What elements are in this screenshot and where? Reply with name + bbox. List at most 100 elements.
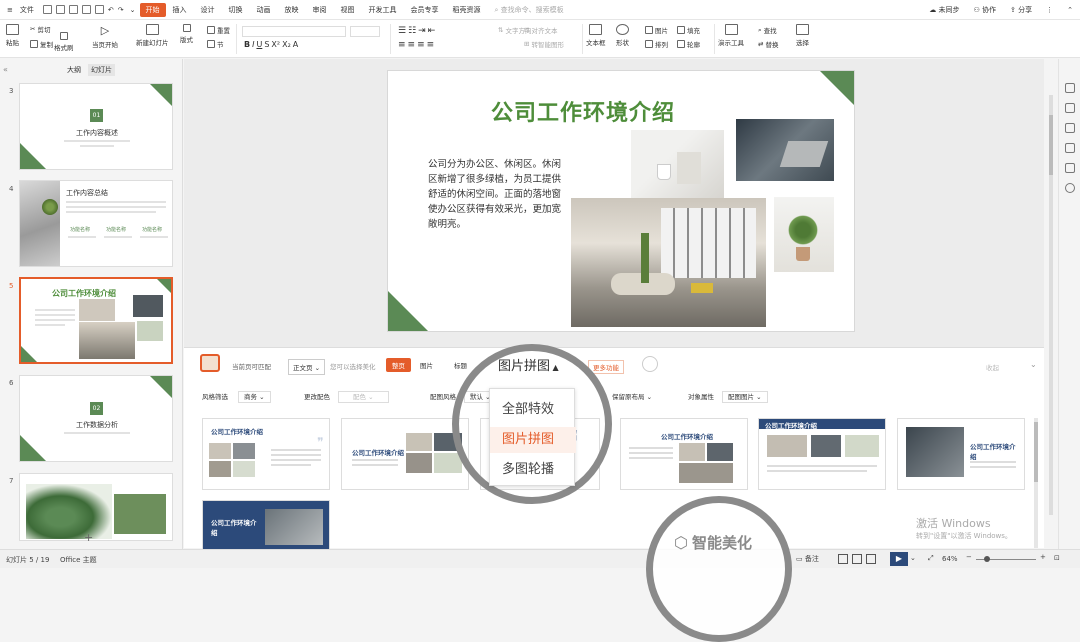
menu-icon[interactable]: ≡ bbox=[0, 6, 20, 14]
zoom-out-icon[interactable]: − bbox=[966, 553, 972, 561]
office-lounge-photo[interactable] bbox=[571, 198, 766, 327]
laptop-writing-photo[interactable] bbox=[736, 119, 834, 181]
scrollbar-thumb[interactable] bbox=[1034, 422, 1038, 482]
file-menu[interactable]: 文件 bbox=[20, 5, 41, 15]
font-color-icon[interactable]: A bbox=[293, 40, 298, 49]
menu-item-multi-image-carousel[interactable]: 多图轮播 bbox=[490, 457, 576, 483]
tab-member[interactable]: 会员专享 bbox=[404, 5, 446, 15]
reading-view-icon[interactable] bbox=[866, 554, 876, 564]
bullet-list-icon[interactable]: ☰ bbox=[398, 26, 406, 36]
new-slide-button[interactable]: 新建幻灯片 bbox=[136, 24, 169, 47]
template-card[interactable]: 公司工作环境介绍 bbox=[341, 418, 469, 490]
play-from-current-button[interactable]: ▷ 当页开始 bbox=[92, 24, 118, 49]
customize-dropdown-icon[interactable]: ⌄ bbox=[126, 6, 140, 14]
replace-button[interactable]: ⇄ 替换 bbox=[758, 39, 778, 49]
transition-icon[interactable] bbox=[1065, 143, 1075, 153]
cut-button[interactable]: ✂ 剪切 bbox=[30, 24, 50, 34]
template-card[interactable]: 公司工作环境介绍 ❞ bbox=[202, 418, 330, 490]
design-icon[interactable] bbox=[1065, 103, 1075, 113]
font-size-select[interactable] bbox=[350, 26, 380, 37]
add-slide-icon[interactable]: + bbox=[84, 531, 93, 544]
save-icon[interactable] bbox=[42, 5, 52, 14]
tab-slideshow[interactable]: 放映 bbox=[278, 5, 306, 15]
align-center-icon[interactable]: ≡ bbox=[408, 40, 416, 50]
slide-body-text[interactable]: 公司分为办公区、休闲区。休闲区新增了很多绿植，为员工提供舒适的休闲空间。正面的落… bbox=[428, 157, 570, 232]
tab-outline[interactable]: 大纲 bbox=[67, 65, 81, 75]
slide-thumbnail-7[interactable] bbox=[19, 473, 173, 541]
share-button[interactable]: ⇪ 分享 bbox=[1003, 5, 1039, 15]
current-slide[interactable]: 公司工作环境介绍 公司分为办公区、休闲区。休闲区新增了很多绿植，为员工提供舒适的… bbox=[387, 70, 855, 332]
align-right-icon[interactable]: ≡ bbox=[417, 40, 425, 50]
tab-home[interactable]: 开始 bbox=[139, 2, 166, 17]
redo-icon[interactable]: ↷ bbox=[116, 6, 126, 14]
subscript-icon[interactable]: X₂ bbox=[282, 40, 291, 49]
tab-docer[interactable]: 稻壳资源 bbox=[446, 5, 488, 15]
zoom-slider[interactable] bbox=[976, 556, 1036, 562]
tab-view[interactable]: 视图 bbox=[334, 5, 362, 15]
outline-button[interactable]: 轮廓 bbox=[677, 39, 700, 49]
slide-thumbnail-3[interactable]: 01 工作内容概述 bbox=[19, 83, 173, 170]
menu-item-all-effects[interactable]: 全部特效 bbox=[490, 397, 576, 423]
notes-button[interactable]: ▭ 备注 bbox=[796, 554, 819, 564]
chevron-down-icon[interactable]: ⌄ bbox=[1030, 360, 1037, 369]
strike-icon[interactable]: S bbox=[264, 40, 269, 49]
undo-icon[interactable]: ↶ bbox=[106, 6, 116, 14]
template-card[interactable]: 公司工作环境介绍 bbox=[897, 418, 1025, 490]
color-select[interactable]: 配色 ⌄ bbox=[338, 391, 389, 403]
superscript-icon[interactable]: X² bbox=[271, 40, 280, 49]
smart-beautify-button[interactable]: ⬡ 智能美化 bbox=[674, 532, 752, 553]
copy-button[interactable]: 复制 bbox=[30, 39, 53, 49]
fit-slide-icon[interactable]: ⊡ bbox=[1054, 554, 1060, 562]
tab-developer[interactable]: 开发工具 bbox=[362, 5, 404, 15]
animation-icon[interactable] bbox=[1065, 123, 1075, 133]
template-card[interactable]: 公司工作环境介绍 bbox=[202, 500, 330, 550]
fit-window-icon[interactable]: ⤢ bbox=[928, 554, 934, 563]
slide-thumbnail-6[interactable]: 02 工作数据分析 bbox=[19, 375, 173, 462]
justify-icon[interactable]: ≡ bbox=[427, 40, 435, 50]
chip-image[interactable]: 图片 bbox=[420, 360, 433, 370]
zoom-level[interactable]: 64% bbox=[942, 555, 958, 563]
normal-view-icon[interactable] bbox=[838, 554, 848, 564]
font-name-select[interactable] bbox=[242, 26, 346, 37]
command-search[interactable]: ⌕ 查找命令、搜索模板 bbox=[488, 5, 571, 15]
potted-plant-photo[interactable] bbox=[774, 197, 834, 272]
theme-name[interactable]: Office 主题 bbox=[60, 555, 97, 565]
tab-review[interactable]: 审阅 bbox=[306, 5, 334, 15]
bold-icon[interactable]: B bbox=[244, 40, 250, 49]
page-type-select[interactable]: 正文页 ⌄ bbox=[288, 359, 326, 375]
sync-status[interactable]: ☁ 未同步 bbox=[922, 5, 966, 15]
template-card[interactable]: 公司工作环境介绍 bbox=[620, 418, 748, 490]
canvas-scrollbar-thumb[interactable] bbox=[1049, 115, 1053, 175]
fill-button[interactable]: 填充 bbox=[677, 25, 700, 35]
zoom-slider-handle[interactable] bbox=[984, 556, 990, 562]
play-slideshow-icon[interactable]: ▶ bbox=[890, 552, 908, 566]
textbox-button[interactable]: 文本框 bbox=[586, 24, 606, 47]
bulb-icon[interactable] bbox=[642, 356, 658, 372]
more-icon[interactable]: ⋮ bbox=[1039, 6, 1060, 14]
indent-icon[interactable]: ⇥ bbox=[418, 26, 426, 36]
scrollbar[interactable] bbox=[1034, 418, 1038, 548]
smart-art-button[interactable]: ⊞ 转智能图形 bbox=[524, 39, 564, 49]
style-select[interactable]: 商务 ⌄ bbox=[238, 391, 271, 403]
find-button[interactable]: ⌕ 查找 bbox=[758, 25, 777, 36]
align-text-button[interactable]: ⊟ 对齐文本 bbox=[524, 25, 557, 35]
chip-full-page[interactable]: 整页 bbox=[386, 358, 411, 372]
collapse-panel-icon[interactable]: « bbox=[3, 65, 8, 74]
align-left-icon[interactable]: ≡ bbox=[398, 40, 406, 50]
slide-sorter-icon[interactable] bbox=[852, 554, 862, 564]
section-button[interactable]: 节 bbox=[207, 39, 224, 49]
numbered-list-icon[interactable]: ☷ bbox=[408, 26, 416, 36]
collapse-ribbon-icon[interactable]: ⌃ bbox=[1060, 6, 1080, 14]
slide-thumbnail-4[interactable]: 工作内容总结 功能名称 功能名称 功能名称 bbox=[19, 180, 173, 267]
collab-button[interactable]: ⚇ 协作 bbox=[967, 5, 1004, 15]
collapse-button[interactable]: 收起 bbox=[986, 362, 999, 372]
tab-animation[interactable]: 动画 bbox=[250, 5, 278, 15]
layout-button[interactable]: 版式 bbox=[180, 24, 193, 44]
desk-mug-photo[interactable] bbox=[631, 130, 724, 200]
presentation-tools-button[interactable]: 演示工具 bbox=[718, 24, 744, 47]
tab-slides[interactable]: 幻灯片 bbox=[88, 64, 115, 76]
underline-icon[interactable]: U bbox=[256, 40, 262, 49]
slide-title[interactable]: 公司工作环境介绍 bbox=[388, 95, 778, 127]
outdent-icon[interactable]: ⇤ bbox=[428, 26, 436, 36]
shape-button[interactable]: 形状 bbox=[616, 24, 629, 47]
